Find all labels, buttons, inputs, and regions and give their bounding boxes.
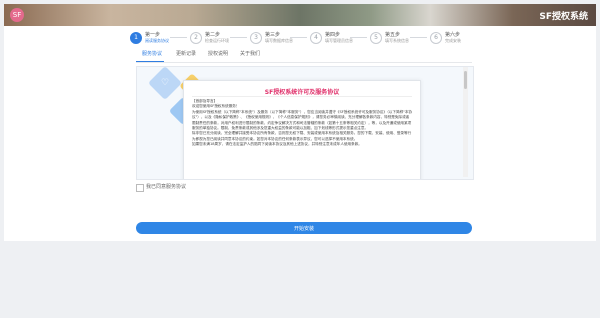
scrollbar-thumb[interactable] (464, 71, 467, 89)
agreement-scrollbar[interactable] (463, 67, 468, 177)
tab-update-log[interactable]: 更新记录 (176, 50, 196, 57)
agree-checkbox[interactable] (136, 184, 144, 192)
step-number: 2 (190, 32, 202, 44)
agreement-viewer[interactable]: ♡ SF授权系统许可及服务协议 【首部及导言】 欢迎您使用SF授权系统服务！ 为… (136, 66, 474, 180)
step-desc: 填写系统信息 (385, 38, 409, 43)
agreement-paragraph: 为使用SF授权系统（以下简称"本系统"）及服务（以下简称"本服务"），您应当阅读… (192, 109, 413, 131)
agreement-paragraph: 除非您已充分阅读、完全理解并接受本协议所有条款，否则您无权下载、安装或使用本系统… (192, 131, 412, 141)
step-connector (410, 37, 427, 38)
step-connector (230, 37, 247, 38)
step-desc: 检查运行环境 (205, 38, 229, 43)
step-number: 4 (310, 32, 322, 44)
step-desc: 填写管理员信息 (325, 38, 353, 43)
step-number: 3 (250, 32, 262, 44)
logo-icon: SF (10, 8, 24, 22)
step-title: 第一步 (145, 32, 161, 38)
app-title: SF授权系统 (539, 12, 588, 22)
step-progress: 1 第一步 阅读服务协议 2 第二步 检查运行环境 3 第三步 填写数据库信息 … (130, 30, 480, 50)
main-panel: 1 第一步 阅读服务协议 2 第二步 检查运行环境 3 第三步 填写数据库信息 … (4, 26, 596, 241)
step-number: 6 (430, 32, 442, 44)
tab-about-us[interactable]: 关于我们 (240, 50, 260, 57)
tab-service-agreement[interactable]: 服务协议 (142, 50, 162, 57)
active-tab-indicator (136, 61, 164, 62)
agreement-text: 【首部及导言】 欢迎您使用SF授权系统服务！ 为使用SF授权系统（以下简称"本系… (192, 99, 412, 148)
step-number: 1 (130, 32, 142, 44)
agreement-title: SF授权系统许可及服务协议 (264, 89, 340, 96)
step-connector (350, 37, 367, 38)
step-title: 第五步 (385, 32, 401, 38)
agreement-card: SF授权系统许可及服务协议 【首部及导言】 欢迎您使用SF授权系统服务！ 为使用… (183, 80, 421, 179)
step-title: 第二步 (205, 32, 221, 38)
step-title: 第四步 (325, 32, 341, 38)
step-title: 第三步 (265, 32, 281, 38)
header-bar: SF SF授权系统 (4, 4, 596, 26)
step-connector (290, 37, 307, 38)
agree-label[interactable]: 我已同意服务协议 (146, 183, 186, 190)
step-desc: 阅读服务协议 (145, 38, 169, 43)
tab-license-info[interactable]: 授权说明 (208, 50, 228, 57)
step-connector (170, 37, 187, 38)
divider (192, 96, 412, 97)
step-number: 5 (370, 32, 382, 44)
step-title: 第六步 (445, 32, 461, 38)
start-install-button[interactable]: 开始安装 (136, 222, 472, 234)
step-desc: 完成安装 (445, 38, 461, 43)
step-desc: 填写数据库信息 (265, 38, 293, 43)
heart-icon: ♡ (160, 78, 170, 88)
agreement-paragraph: 如果您未满18周岁，请在法定监护人的陪同下阅读本协议及其他上述协议，并特别注意未… (192, 142, 362, 147)
tab-divider (136, 62, 472, 63)
